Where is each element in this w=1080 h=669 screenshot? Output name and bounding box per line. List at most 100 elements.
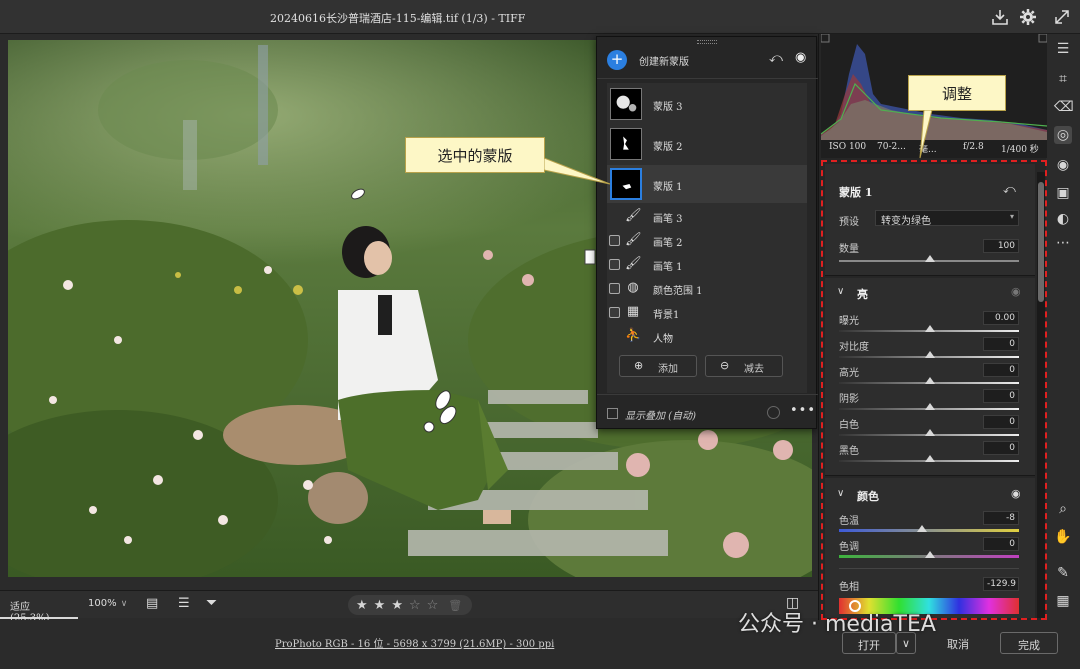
more-icon[interactable]: ••• — [790, 403, 816, 418]
chevron-down-icon[interactable]: ∨ — [116, 591, 132, 619]
mask-list: 蒙版 3 蒙版 2 蒙版 1 🖌 画笔 3 🖌 画笔 2 🖌 画笔 1 ◍ 颜色… — [607, 83, 807, 393]
tint-slider-thumb[interactable] — [925, 551, 935, 558]
amount-slider-thumb[interactable] — [925, 255, 935, 262]
title-bar: 20240616长沙普瑞酒店-115-编辑.tif (1/3) - TIFF — [0, 0, 1080, 34]
subtract-toggle[interactable] — [609, 307, 620, 318]
preset-label: 预设 — [839, 217, 859, 228]
create-mask-label[interactable]: 创建新蒙版 — [639, 53, 689, 68]
grid-icon[interactable]: ▦ — [1054, 592, 1072, 610]
subtract-toggle[interactable] — [609, 235, 620, 246]
subtract-toggle[interactable] — [609, 259, 620, 270]
adjustments-area: 蒙版 1 ⤺ 预设 转变为绿色 ▾ 数量 100 ∨ 亮 ◉ 曝光 0.00 对… — [821, 160, 1047, 620]
temperature-field[interactable]: -8 — [983, 511, 1019, 525]
chevron-down-icon[interactable]: ∨ — [837, 488, 844, 499]
amount-field[interactable]: 100 — [983, 239, 1019, 253]
subtract-toggle[interactable] — [609, 283, 620, 294]
presets-icon[interactable]: ▣ — [1054, 184, 1072, 202]
image-info[interactable]: ProPhoto RGB - 16 位 - 5698 x 3799 (21.6M… — [275, 635, 554, 650]
tint-field[interactable]: 0 — [983, 537, 1019, 551]
eye-icon[interactable]: ◉ — [795, 50, 806, 65]
component-item[interactable]: 🖌 画笔 1 — [607, 253, 807, 277]
more-icon[interactable]: ⋯ — [1054, 234, 1072, 252]
red-eye-icon[interactable]: ◉ — [1054, 156, 1072, 174]
highlights-field[interactable]: 0 — [983, 363, 1019, 377]
chevron-down-icon[interactable]: ∨ — [837, 286, 844, 297]
show-overlay-checkbox[interactable] — [607, 408, 618, 419]
mask-item-1[interactable]: 蒙版 1 — [607, 165, 807, 203]
component-item[interactable]: ◍ 颜色范围 1 — [607, 277, 807, 301]
zoom-fit-button[interactable]: 适应 (25.3%) — [0, 591, 78, 624]
eye-icon[interactable]: ◉ — [1011, 487, 1021, 500]
color-range-icon: ◍ — [627, 280, 639, 295]
zoom-icon[interactable]: ⌕ — [1054, 500, 1072, 518]
whites-label: 白色 — [839, 420, 859, 431]
shadows-field[interactable]: 0 — [983, 389, 1019, 403]
blacks-slider-thumb[interactable] — [925, 455, 935, 462]
star-icon[interactable]: ★ — [356, 599, 368, 612]
component-item[interactable]: 🖌 画笔 2 — [607, 229, 807, 253]
scrollbar[interactable] — [1037, 172, 1045, 618]
star-icon[interactable]: ★ — [391, 599, 403, 612]
color-icon[interactable]: ◐ — [1054, 210, 1072, 228]
download-icon[interactable] — [990, 7, 1010, 27]
hue-label: 色相 — [839, 582, 859, 593]
crop-icon[interactable]: ⌗ — [1054, 70, 1072, 88]
star-icon[interactable]: ☆ — [427, 599, 439, 612]
component-item[interactable]: ⛹ 人物 — [607, 325, 807, 349]
add-icon: ⊕ — [634, 359, 644, 372]
trash-icon[interactable]: 🗑 — [448, 599, 462, 612]
eye-icon[interactable]: ◉ — [1011, 285, 1021, 298]
contrast-field[interactable]: 0 — [983, 337, 1019, 351]
component-item[interactable]: ▦ 背景1 — [607, 301, 807, 325]
contrast-slider-thumb[interactable] — [925, 351, 935, 358]
exposure-slider-thumb[interactable] — [925, 325, 935, 332]
reset-icon[interactable]: ⤺ — [1003, 182, 1016, 197]
cancel-button[interactable]: 取消 — [930, 632, 986, 654]
exposure-field[interactable]: 0.00 — [983, 311, 1019, 325]
blacks-field[interactable]: 0 — [983, 441, 1019, 455]
hue-field[interactable]: -129.9 — [983, 577, 1019, 591]
add-button[interactable]: ⊕ 添加 — [619, 355, 697, 377]
contrast-label: 对比度 — [839, 342, 869, 353]
subtract-button[interactable]: ⊖ 减去 — [705, 355, 783, 377]
masks-panel: + 创建新蒙版 ⤺ ◉ 蒙版 3 蒙版 2 蒙版 1 🖌 画笔 3 🖌 画笔 2… — [596, 36, 818, 429]
collapse-icon[interactable] — [1052, 7, 1072, 27]
component-label: 画笔 3 — [653, 214, 683, 225]
temperature-slider[interactable] — [839, 529, 1019, 532]
component-label: 画笔 1 — [653, 262, 683, 273]
whites-field[interactable]: 0 — [983, 415, 1019, 429]
people-icon: ⛹ — [625, 328, 642, 343]
done-button[interactable]: 完成 — [1000, 632, 1058, 654]
chevron-down-icon: ▾ — [1009, 212, 1014, 221]
eyedropper-icon[interactable]: ✎ — [1054, 564, 1072, 582]
edit-sliders-icon[interactable]: ☰ — [1054, 40, 1072, 58]
star-icon[interactable]: ☆ — [409, 599, 421, 612]
reset-icon[interactable]: ⤺ — [769, 51, 783, 66]
masking-icon[interactable]: ◎ — [1054, 126, 1072, 144]
scrollbar-thumb[interactable] — [1038, 182, 1044, 302]
filmstrip-icon[interactable]: ▤ — [146, 596, 158, 611]
component-item[interactable]: 🖌 画笔 3 — [607, 205, 807, 229]
callout-pointer — [919, 110, 933, 159]
star-icon[interactable]: ★ — [374, 599, 386, 612]
filter-icon[interactable]: ⏷ — [206, 595, 217, 611]
shadows-slider-thumb[interactable] — [925, 403, 935, 410]
overlay-color-icon[interactable] — [767, 406, 780, 419]
temperature-slider-thumb[interactable] — [917, 525, 927, 532]
create-mask-button[interactable]: + — [607, 50, 627, 70]
star-rating[interactable]: ★ ★ ★ ☆ ☆ 🗑 — [348, 595, 472, 615]
mask-item-3[interactable]: 蒙版 3 — [607, 85, 807, 123]
whites-slider-thumb[interactable] — [925, 429, 935, 436]
gear-icon[interactable] — [1018, 7, 1038, 27]
hand-icon[interactable]: ✋ — [1054, 528, 1072, 546]
temperature-label: 色温 — [839, 516, 859, 527]
highlights-slider-thumb[interactable] — [925, 377, 935, 384]
zoom-100-button[interactable]: 100% — [82, 591, 117, 619]
drag-handle[interactable] — [697, 40, 717, 44]
sort-icon[interactable]: ☰ — [178, 596, 190, 611]
eraser-icon[interactable]: ⌫ — [1054, 98, 1074, 116]
mask-item-2[interactable]: 蒙版 2 — [607, 125, 807, 163]
subtract-icon: ⊖ — [720, 359, 730, 372]
preset-select[interactable]: 转变为绿色 ▾ — [875, 210, 1019, 227]
component-label: 背景1 — [653, 310, 680, 321]
